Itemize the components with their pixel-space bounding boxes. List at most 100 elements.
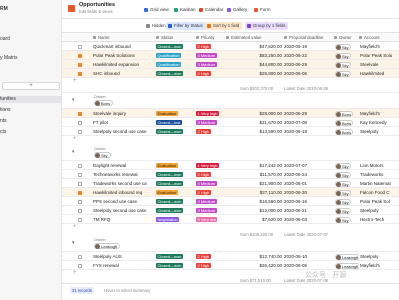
cell-priority[interactable]: 2 High xyxy=(196,261,226,270)
table-row[interactable]: Steelpoly AUS Closed—won 2 High $12,740.00 2… xyxy=(62,252,399,261)
cell-priority[interactable]: 3 Medium xyxy=(196,206,226,215)
row-checkbox[interactable] xyxy=(78,172,82,177)
cell-value[interactable]: $13,500.00 xyxy=(228,127,282,136)
cell-owner[interactable]: Sky xyxy=(335,179,359,188)
cell-deadline[interactable]: 2020-06-06 xyxy=(284,69,334,78)
row-checkbox[interactable] xyxy=(78,263,82,268)
cell-account[interactable]: Falcon Food C xyxy=(360,188,398,197)
row-checkbox[interactable] xyxy=(78,190,82,195)
cell-deadline[interactable]: 2020-06-10 xyxy=(284,252,334,261)
row-checkbox[interactable] xyxy=(78,44,82,49)
cell-status[interactable]: Closed—won xyxy=(156,127,195,136)
cell-deadline[interactable]: 2020-06-05 xyxy=(284,261,334,270)
table-row[interactable]: Steelpoly second use case Closed—won 2 Hig… xyxy=(62,127,399,136)
cell-owner[interactable]: Sky xyxy=(335,42,359,51)
cell-status[interactable]: Evaluation xyxy=(156,161,195,170)
row-checkbox[interactable] xyxy=(78,199,82,204)
collapse-chevron-icon[interactable]: ▾ xyxy=(72,97,75,103)
row-checkbox[interactable] xyxy=(78,129,82,134)
row-checkbox[interactable] xyxy=(78,71,82,76)
cell-name[interactable]: Steelpoly second use case xyxy=(93,127,155,136)
cell-owner[interactable]: Sky xyxy=(335,215,359,224)
cell-account[interactable]: Steelpoly xyxy=(360,206,398,215)
table-row[interactable]: SHC inbound Closed—won 2 High $26,800.00 202… xyxy=(62,69,399,78)
row-checkbox[interactable] xyxy=(78,111,82,116)
cell-value[interactable]: $83,250.00 xyxy=(228,51,282,60)
cell-deadline[interactable]: 2020-06-01 xyxy=(284,179,334,188)
cell-value[interactable]: $21,670.00 xyxy=(228,118,282,127)
table-row[interactable]: Tradeworks second use ca Closed—won 3 Medi… xyxy=(62,179,399,188)
cell-value[interactable]: $17,242.00 xyxy=(228,161,282,170)
cell-status[interactable]: Closed—won xyxy=(156,197,195,206)
sidebar-add-button[interactable]: + xyxy=(2,82,60,90)
cell-owner[interactable]: Sky xyxy=(335,60,359,69)
cell-status[interactable]: Negotiation xyxy=(156,215,195,224)
page-subtitle[interactable]: Edit fields & views xyxy=(79,9,113,14)
cell-account[interactable]: Steelvale xyxy=(360,60,398,69)
cell-name[interactable]: PPS second use case xyxy=(93,197,155,206)
cell-name[interactable]: Steelpoly second use case xyxy=(93,206,155,215)
cell-account[interactable]: Steelpoly xyxy=(360,127,398,136)
cell-account[interactable]: Mayfield's xyxy=(360,109,398,118)
cell-deadline[interactable]: 2020-06-29 xyxy=(284,60,334,69)
cell-value[interactable]: $16,560.00 xyxy=(228,197,282,206)
cell-status[interactable]: Closed—won xyxy=(156,261,195,270)
cell-deadline[interactable]: 2020-06-03 xyxy=(284,215,334,224)
table-row[interactable]: Steelpoly second use case Closed—won 3 Med… xyxy=(62,206,399,215)
cell-status[interactable]: Closed—won xyxy=(156,179,195,188)
cell-owner[interactable]: Sky xyxy=(335,197,359,206)
cell-account[interactable]: Lion Motors xyxy=(360,161,398,170)
cell-owner[interactable]: Boris xyxy=(335,127,359,136)
page-title[interactable]: Opportunities xyxy=(79,2,115,8)
cell-status[interactable]: Closed—won xyxy=(156,252,195,261)
cell-priority[interactable]: 2 High xyxy=(196,170,226,179)
table-row[interactable]: Daylight renewal Evaluation 1 Very high $17… xyxy=(62,161,399,170)
column-header-proposal-deadline[interactable]: Proposal deadline xyxy=(284,33,334,42)
row-checkbox[interactable] xyxy=(78,53,82,58)
cell-deadline[interactable]: 2020-07-07 xyxy=(284,161,334,170)
column-header-owner[interactable]: Owner xyxy=(334,33,358,42)
table-row[interactable]: Hawkilmited inbound req Evaluation 2 High $… xyxy=(62,188,399,197)
row-checkbox[interactable] xyxy=(78,163,82,168)
tab-grid-view[interactable]: Grid view xyxy=(144,6,169,14)
table-row[interactable]: Steelvale inquiry Evaluation 1 Very high $2… xyxy=(62,109,399,118)
cell-status[interactable]: Evaluation xyxy=(156,109,195,118)
cell-priority[interactable]: 3 Medium xyxy=(196,51,226,60)
row-checkbox[interactable] xyxy=(78,254,82,259)
cell-name[interactable]: Hawkilmited inbound req xyxy=(93,188,155,197)
cell-priority[interactable]: 2 High xyxy=(196,252,226,261)
table-row[interactable]: FYS renewal Closed—won 2 High $26,420.00 202… xyxy=(62,261,399,270)
cell-deadline[interactable]: 2020-06-30 xyxy=(284,188,334,197)
cell-deadline[interactable]: 2020-06-21 xyxy=(284,206,334,215)
cell-name[interactable]: Steelvale inquiry xyxy=(93,109,155,118)
sidebar-item-dashboard[interactable]: oard xyxy=(0,36,10,43)
cell-deadline[interactable]: 2020-06-29 xyxy=(284,109,334,118)
tab-form[interactable]: Form xyxy=(254,6,271,14)
tab-kanban[interactable]: Kanban xyxy=(174,6,196,14)
row-checkbox[interactable] xyxy=(78,208,82,213)
collapse-chevron-icon[interactable]: ▾ xyxy=(72,240,75,246)
cell-status[interactable]: Closed—won xyxy=(156,42,195,51)
cell-priority[interactable]: 3 Medium xyxy=(196,60,226,69)
cell-status[interactable]: Closed—lost xyxy=(156,118,195,127)
cell-value[interactable]: $21,900.00 xyxy=(228,179,282,188)
cell-status[interactable]: Qualification xyxy=(156,60,195,69)
cell-priority[interactable]: 3 Medium xyxy=(196,179,226,188)
cell-account[interactable]: Polar Peak Sol xyxy=(360,197,398,206)
cell-status[interactable]: Evaluation xyxy=(156,188,195,197)
collapse-chevron-icon[interactable]: ▾ xyxy=(72,149,75,155)
cell-owner[interactable]: Sky xyxy=(335,170,359,179)
cell-owner[interactable]: Sky xyxy=(335,69,359,78)
cell-owner[interactable]: Sky xyxy=(335,161,359,170)
cell-owner[interactable]: Leasingft xyxy=(335,261,359,270)
cell-priority[interactable]: 3 Medium xyxy=(196,197,226,206)
cell-deadline[interactable]: 2020-05-19 xyxy=(284,42,334,51)
row-checkbox[interactable] xyxy=(78,120,82,125)
cell-account[interactable]: Steelpoly xyxy=(360,252,398,261)
column-header-status[interactable]: Status xyxy=(156,33,194,42)
table-row[interactable]: Quickmart inbound Closed—won 2 High $47,520… xyxy=(62,42,399,51)
tab-gallery[interactable]: Gallery xyxy=(227,6,247,14)
table-row[interactable]: TM RFQ Negotiation 5 Very low $7,620.00 2020… xyxy=(62,215,399,224)
cell-name[interactable]: FYS renewal xyxy=(93,261,155,270)
cell-value[interactable]: $27,110.00 xyxy=(228,188,282,197)
